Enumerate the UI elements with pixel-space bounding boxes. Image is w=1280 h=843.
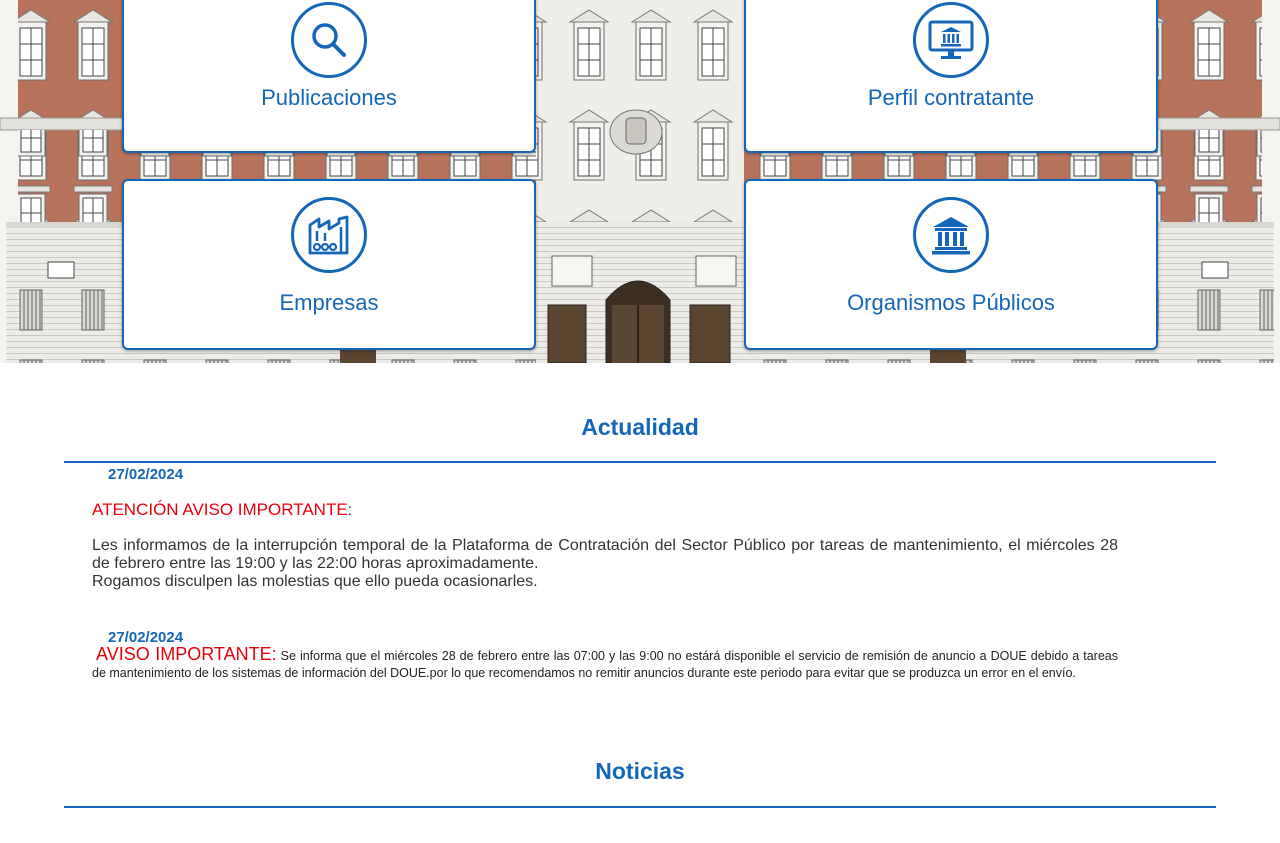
alert-suffix: : — [347, 502, 353, 519]
coat-of-arms-ornament — [609, 109, 663, 155]
monitor-institution-icon — [913, 2, 989, 78]
hero-banner: Publicaciones Perfil contratante Empresa… — [0, 0, 1280, 363]
institution-icon — [913, 197, 989, 273]
section-title-noticias: Noticias — [595, 758, 685, 784]
news-date: 27/02/2024 — [108, 466, 184, 483]
factory-icon — [291, 197, 367, 273]
section-title-actualidad: Actualidad — [581, 414, 699, 440]
news-alert-heading: ATENCIÓN AVISO IMPORTANTE: — [92, 501, 1118, 520]
news-body: AVISO IMPORTANTE: Se informa que el miér… — [92, 644, 1118, 681]
tile-label: Perfil contratante — [867, 85, 1035, 110]
tile-publicaciones[interactable]: Publicaciones — [122, 0, 536, 153]
tile-empresas[interactable]: Empresas — [122, 179, 536, 350]
section-divider — [64, 806, 1216, 808]
section-divider — [64, 461, 1216, 463]
tile-perfil-contratante[interactable]: Perfil contratante — [744, 0, 1158, 153]
tile-organismos-publicos[interactable]: Organismos Públicos — [744, 179, 1158, 350]
alert-label: ATENCIÓN AVISO IMPORTANTE — [92, 500, 348, 519]
news-body-paragraph: Les informamos de la interrupción tempor… — [92, 537, 1118, 572]
tile-label: Publicaciones — [261, 85, 397, 110]
tile-label: Empresas — [279, 290, 379, 315]
tile-label: Organismos Públicos — [847, 290, 1055, 315]
alert-label: AVISO IMPORTANTE: — [96, 644, 277, 664]
news-body-paragraph: Rogamos disculpen las molestias que ello… — [92, 573, 538, 590]
news-body: Les informamos de la interrupción tempor… — [92, 537, 1118, 591]
search-icon — [291, 2, 367, 78]
